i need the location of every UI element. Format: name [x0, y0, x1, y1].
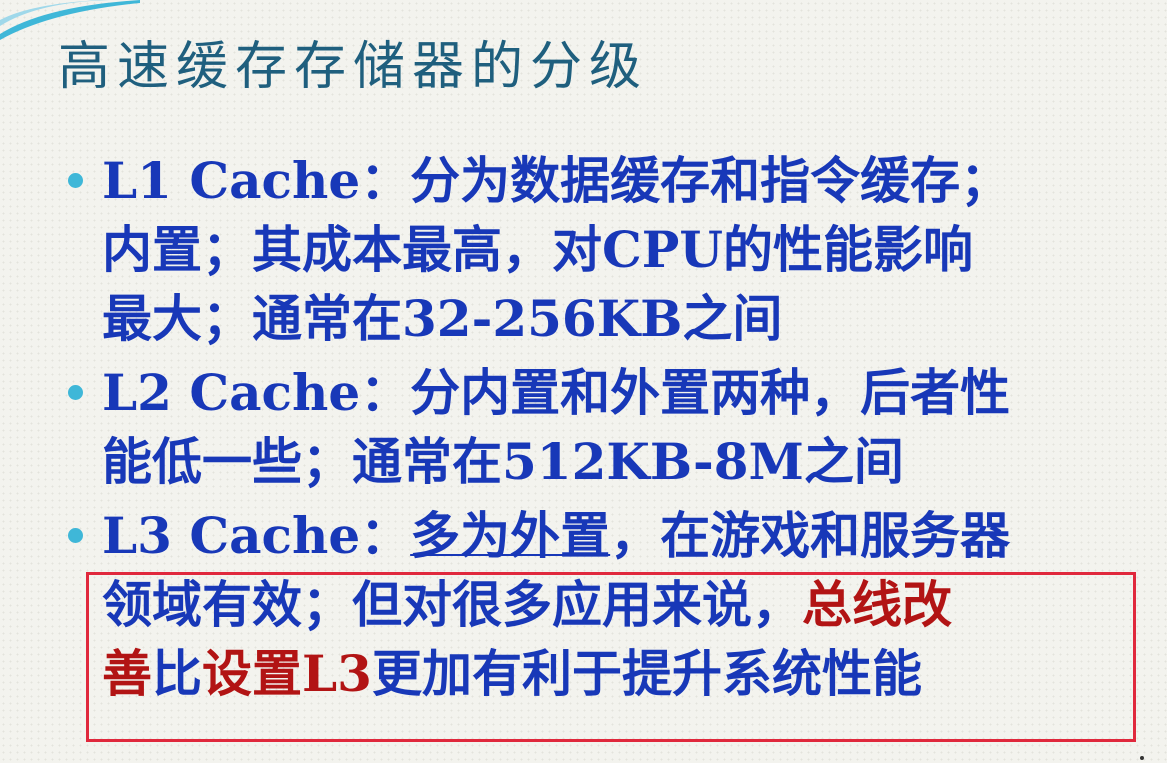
bullet-l1-line-2: 内置；其成本最高，对CPU的性能影响	[102, 220, 973, 279]
slide-title: 高速缓存存储器的分级	[58, 37, 649, 97]
bullet-l2-line-1: L2 Cache：分内置和外置两种，后者性	[102, 363, 1011, 422]
bullet-l3-line-1: L3 Cache：多为外置，在游戏和服务器	[62, 501, 1157, 570]
l3-line1-rest: ，在游戏和服务器	[610, 506, 1011, 565]
page-marker-dot	[1140, 756, 1144, 760]
bullet-l2-line-2: 能低一些；通常在512KB-8M之间	[102, 432, 904, 491]
bullet-dot-icon	[68, 385, 83, 400]
bullet-l1-line-3: 最大；通常在32-256KB之间	[102, 289, 783, 348]
bullet-l2-cache: L2 Cache：分内置和外置两种，后者性 能低一些；通常在512KB-8M之间	[62, 358, 1157, 496]
l3-separator: ：	[360, 506, 411, 565]
bullet-l1-cache: L1 Cache：分为数据缓存和指令缓存； 内置；其成本最高，对CPU的性能影响…	[62, 146, 1157, 353]
l3-label: L3 Cache	[102, 506, 361, 565]
bullet-dot-icon	[68, 528, 83, 543]
bullet-l1-line-1: L1 Cache：分为数据缓存和指令缓存；	[102, 151, 1011, 210]
l3-underlined-text: 多为外置	[410, 506, 611, 565]
highlight-box	[86, 572, 1136, 742]
bullet-dot-icon	[68, 173, 83, 188]
